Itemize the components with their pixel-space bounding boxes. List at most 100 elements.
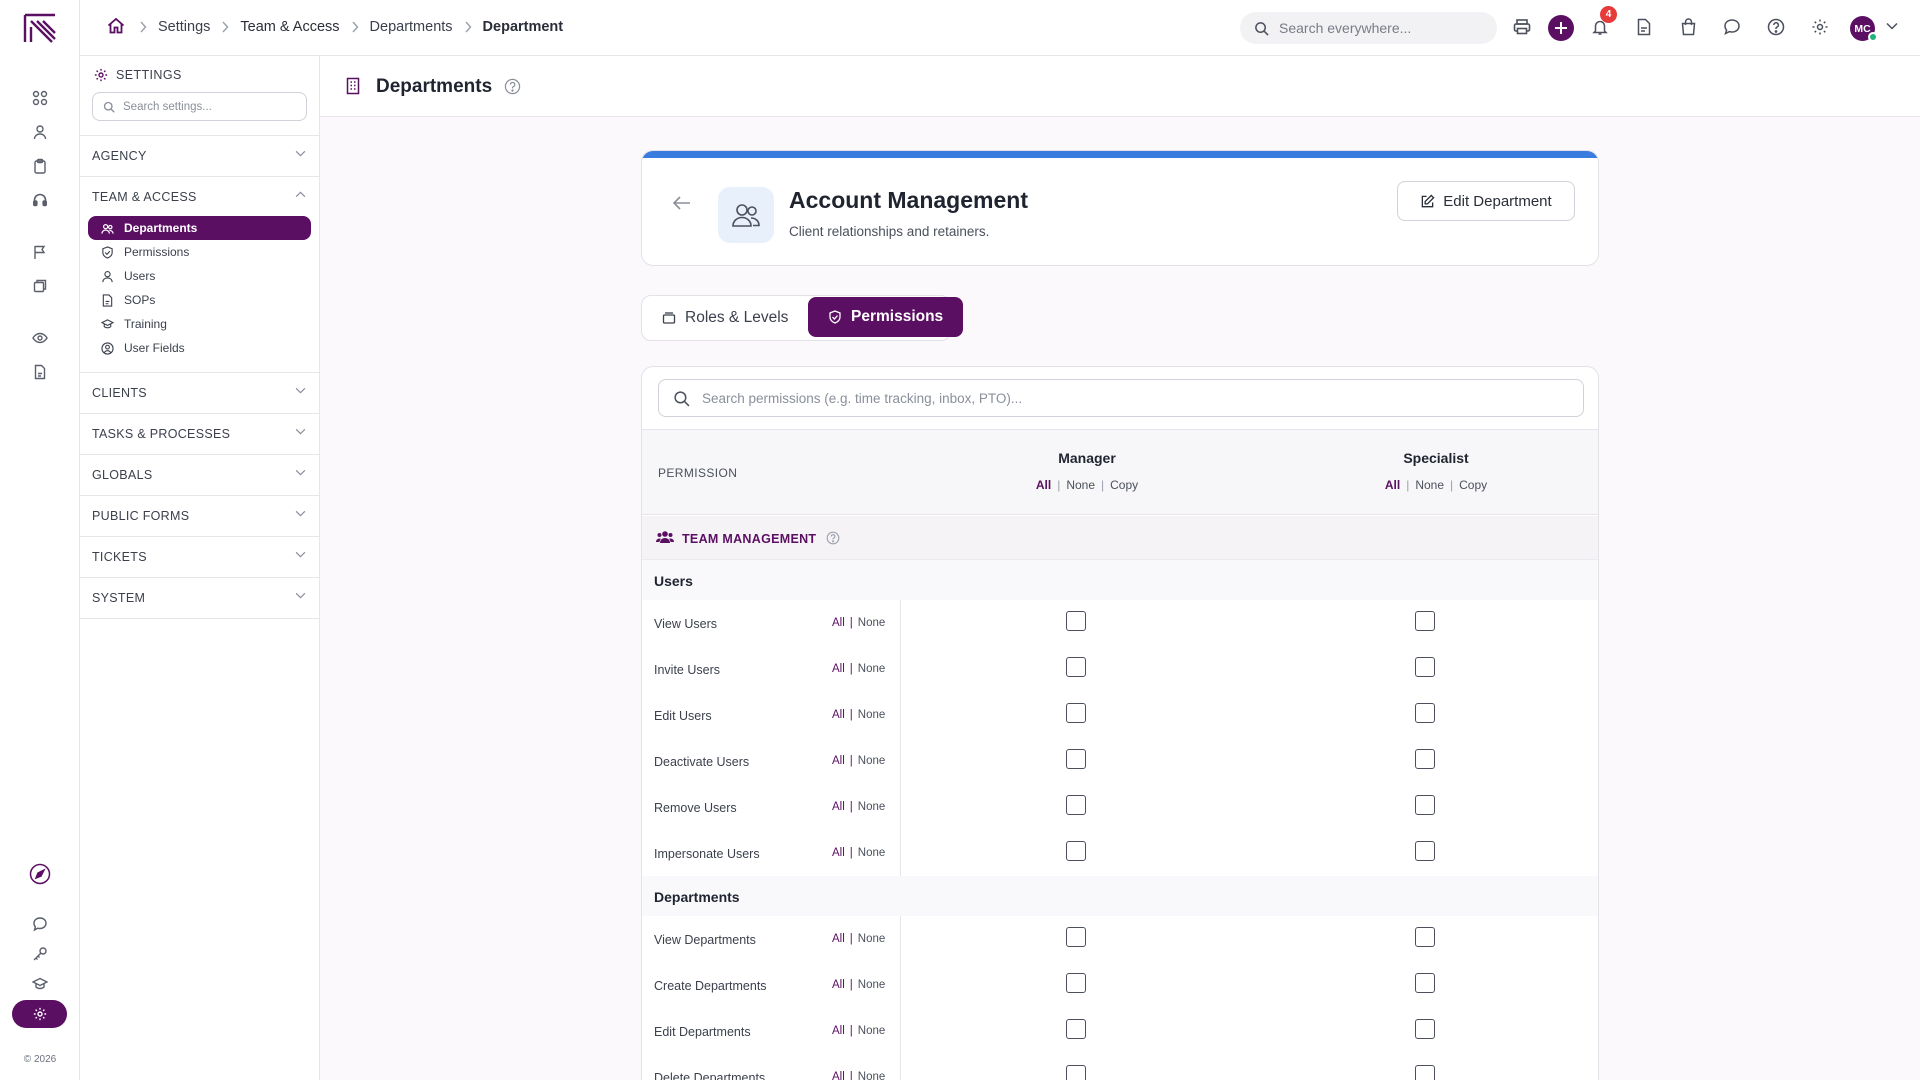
permission-checkbox-specialist[interactable] [1415, 927, 1435, 947]
permission-checkbox-manager[interactable] [1066, 749, 1086, 769]
permission-checkbox-specialist[interactable] [1415, 1019, 1435, 1039]
sidebar-item-training[interactable]: Training [88, 312, 311, 336]
print-icon[interactable] [1510, 15, 1534, 39]
permission-checkbox-manager[interactable] [1066, 973, 1086, 993]
row-select-none-link[interactable]: None [858, 1071, 886, 1080]
help-icon[interactable] [504, 78, 521, 95]
row-select-none-link[interactable]: None [858, 1025, 886, 1037]
breadcrumb-settings[interactable]: Settings [158, 19, 210, 35]
headset-icon[interactable] [28, 188, 52, 212]
tab-roles-levels[interactable]: Roles & Levels [642, 296, 808, 340]
row-select-none-link[interactable]: None [858, 709, 886, 721]
permission-checkbox-manager[interactable] [1066, 657, 1086, 677]
home-icon[interactable] [106, 16, 128, 38]
row-select-all-link[interactable]: All [832, 617, 845, 629]
row-select-none-link[interactable]: None [858, 663, 886, 675]
section-agency[interactable]: AGENCY [80, 135, 320, 176]
eye-icon[interactable] [28, 326, 52, 350]
row-select-all-link[interactable]: All [832, 933, 845, 945]
tab-permissions[interactable]: Permissions [808, 297, 964, 337]
rocket-icon[interactable] [28, 862, 52, 886]
gear-icon[interactable] [1808, 15, 1832, 39]
row-select-all-link[interactable]: All [832, 755, 845, 767]
breadcrumb-departments[interactable]: Departments [370, 19, 453, 35]
row-select-all-link[interactable]: All [832, 801, 845, 813]
copy-link[interactable]: Copy [1459, 478, 1487, 492]
row-select-all-link[interactable]: All [832, 709, 845, 721]
help-icon[interactable] [826, 531, 840, 545]
chevron-right-icon [210, 21, 240, 33]
select-none-link[interactable]: None [1415, 478, 1444, 492]
permission-checkbox-specialist[interactable] [1415, 1065, 1435, 1080]
separator: | [849, 933, 853, 945]
bag-icon[interactable] [1676, 15, 1700, 39]
permission-checkbox-manager[interactable] [1066, 1019, 1086, 1039]
row-select-all-link[interactable]: All [832, 979, 845, 991]
permission-checkbox-manager[interactable] [1066, 611, 1086, 631]
select-all-link[interactable]: All [1385, 478, 1400, 492]
box-icon[interactable] [28, 274, 52, 298]
permission-checkbox-manager[interactable] [1066, 703, 1086, 723]
add-button[interactable] [1548, 15, 1574, 41]
row-select-none-link[interactable]: None [858, 755, 886, 767]
user-icon[interactable] [28, 120, 52, 144]
permission-search-input[interactable]: Search permissions (e.g. time tracking, … [658, 379, 1584, 417]
sidebar-item-departments[interactable]: Departments [88, 216, 311, 240]
file-icon[interactable] [1632, 15, 1656, 39]
apps-icon[interactable] [28, 86, 52, 110]
section-system[interactable]: SYSTEM [80, 577, 320, 618]
section-team-access[interactable]: TEAM & ACCESS [80, 176, 320, 217]
row-select-none-link[interactable]: None [858, 847, 886, 859]
permission-checkbox-specialist[interactable] [1415, 657, 1435, 677]
separator: | [1450, 478, 1454, 492]
section-globals[interactable]: GLOBALS [80, 454, 320, 495]
permission-checkbox-specialist[interactable] [1415, 611, 1435, 631]
flag-icon[interactable] [28, 240, 52, 264]
brand-logo[interactable] [22, 12, 58, 44]
copy-link[interactable]: Copy [1110, 478, 1138, 492]
users-icon [656, 530, 674, 544]
section-public-forms[interactable]: PUBLIC FORMS [80, 495, 320, 536]
settings-rail-button[interactable] [12, 1000, 67, 1028]
settings-search-input[interactable]: Search settings... [92, 92, 307, 121]
row-select-none-link[interactable]: None [858, 933, 886, 945]
back-arrow-icon[interactable] [672, 195, 692, 211]
permission-checkbox-manager[interactable] [1066, 795, 1086, 815]
permission-checkbox-specialist[interactable] [1415, 841, 1435, 861]
permission-checkbox-manager[interactable] [1066, 927, 1086, 947]
sidebar-item-permissions[interactable]: Permissions [88, 240, 311, 264]
permission-checkbox-manager[interactable] [1066, 841, 1086, 861]
clipboard-icon[interactable] [28, 154, 52, 178]
help-icon[interactable] [1764, 15, 1788, 39]
permission-checkbox-specialist[interactable] [1415, 973, 1435, 993]
chat-icon[interactable] [28, 912, 52, 936]
separator: | [849, 979, 853, 991]
chevron-down-icon[interactable] [1886, 22, 1898, 30]
row-select-all-link[interactable]: All [832, 663, 845, 675]
sidebar-item-sops[interactable]: SOPs [88, 288, 311, 312]
permission-checkbox-specialist[interactable] [1415, 795, 1435, 815]
global-search-input[interactable]: Search everywhere... [1240, 12, 1497, 44]
breadcrumb-team-access[interactable]: Team & Access [240, 19, 339, 35]
section-tickets[interactable]: TICKETS [80, 536, 320, 577]
select-none-link[interactable]: None [1066, 478, 1095, 492]
row-select-all-link[interactable]: All [832, 847, 845, 859]
key-icon[interactable] [28, 942, 52, 966]
graduation-icon[interactable] [28, 972, 52, 996]
sidebar-item-users[interactable]: Users [88, 264, 311, 288]
chat-icon[interactable] [1720, 15, 1744, 39]
row-select-all-link[interactable]: All [832, 1071, 845, 1080]
row-select-all-link[interactable]: All [832, 1025, 845, 1037]
document-icon[interactable] [28, 360, 52, 384]
row-select-none-link[interactable]: None [858, 801, 886, 813]
edit-department-button[interactable]: Edit Department [1397, 181, 1575, 221]
section-clients[interactable]: CLIENTS [80, 372, 320, 413]
row-select-none-link[interactable]: None [858, 617, 886, 629]
section-tasks-processes[interactable]: TASKS & PROCESSES [80, 413, 320, 454]
row-select-none-link[interactable]: None [858, 979, 886, 991]
select-all-link[interactable]: All [1036, 478, 1051, 492]
permission-checkbox-manager[interactable] [1066, 1065, 1086, 1080]
permission-checkbox-specialist[interactable] [1415, 703, 1435, 723]
permission-checkbox-specialist[interactable] [1415, 749, 1435, 769]
sidebar-item-user-fields[interactable]: User Fields [88, 336, 311, 360]
